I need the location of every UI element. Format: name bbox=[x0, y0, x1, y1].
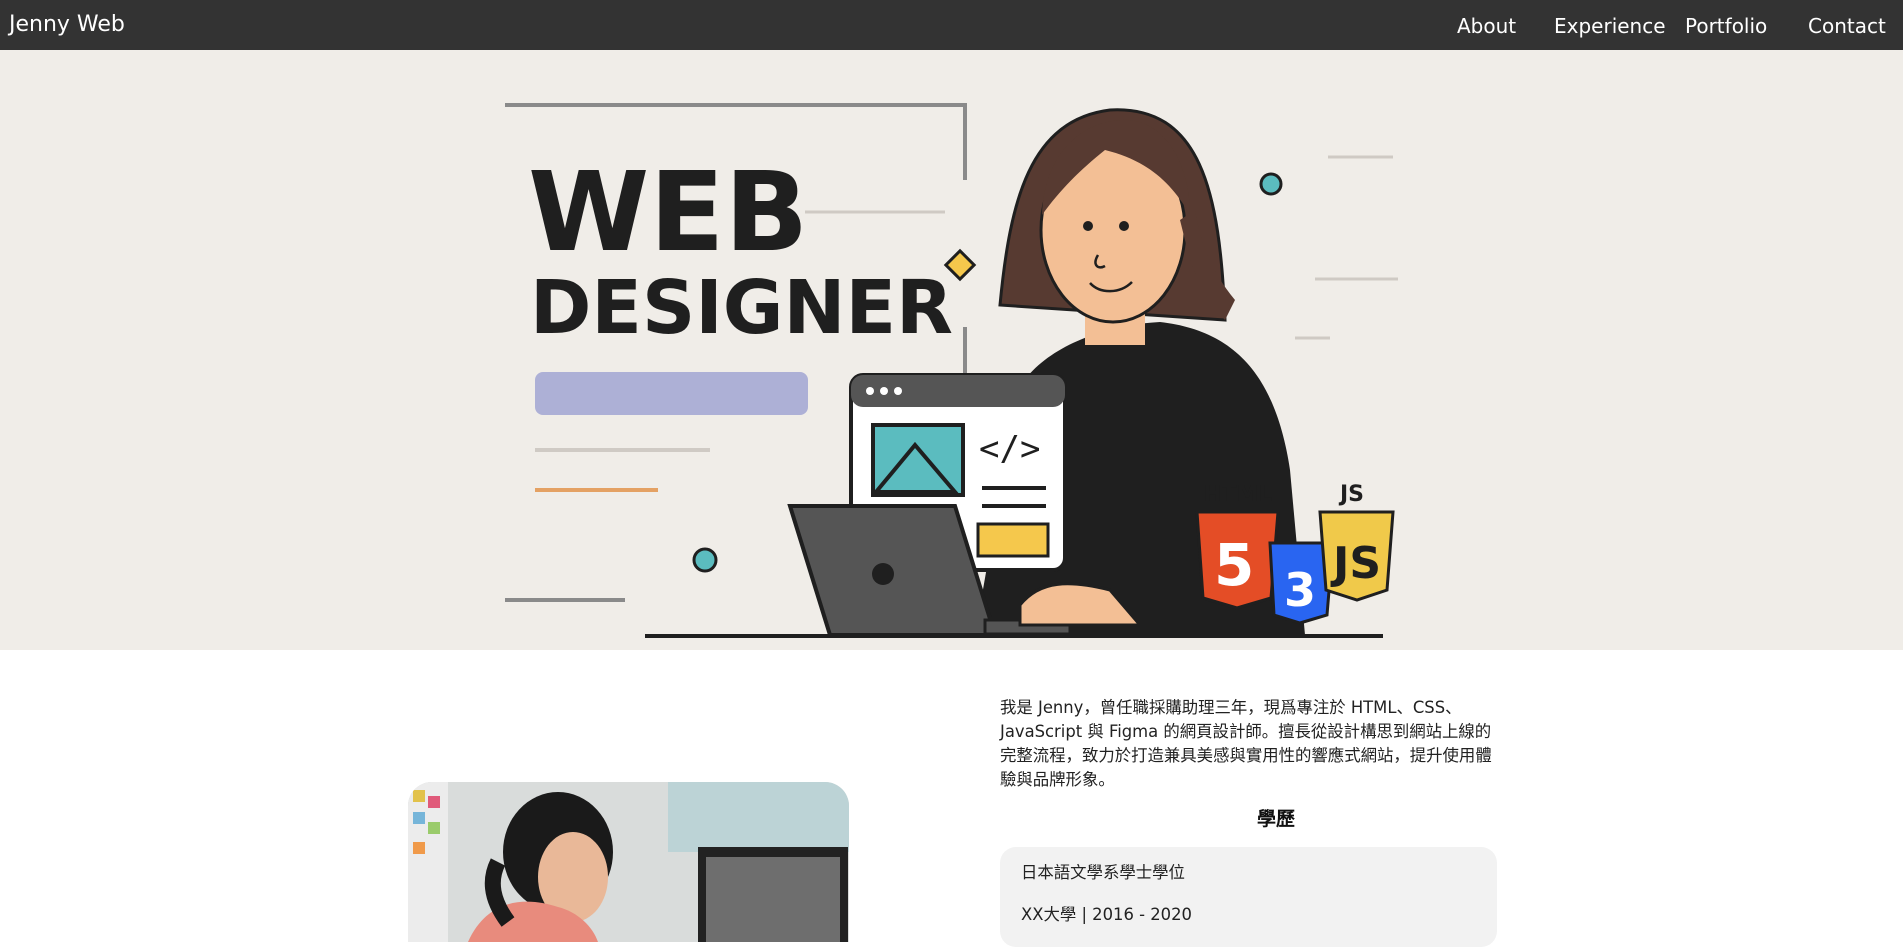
intro-line: 完整流程，致力於打造兼具美感與實用性的響應式網站，提升使用體 bbox=[1000, 746, 1492, 765]
about-section: 我是 Jenny，曾任職採購助理三年，現爲專注於 HTML、CSS、 JavaS… bbox=[0, 650, 1903, 947]
hero-title-web: WEB bbox=[528, 148, 808, 276]
intro-paragraph: 我是 Jenny，曾任職採購助理三年，現爲專注於 HTML、CSS、 JavaS… bbox=[1000, 696, 1560, 792]
education-heading: 學歷 bbox=[1256, 808, 1295, 830]
nav-link-contact[interactable]: Contact bbox=[1808, 0, 1886, 50]
hero-title-designer: DESIGNER bbox=[530, 265, 953, 351]
profile-photo bbox=[408, 782, 849, 942]
purple-bar-shape bbox=[535, 372, 808, 415]
intro-line: 我是 Jenny，曾任職採購助理三年，現爲專注於 HTML、CSS、 bbox=[1000, 698, 1462, 717]
nav-link-about[interactable]: About bbox=[1457, 0, 1516, 50]
svg-text:</>: </> bbox=[979, 429, 1040, 469]
education-degree: 日本語文學系學士學位 bbox=[1021, 863, 1185, 882]
intro-line: JavaScript 與 Figma 的網頁設計師。擅長從設計構思到網站上線的 bbox=[1000, 722, 1492, 741]
hero-illustration: WEB DESIGNER </> HTML 5 3 JS JS bbox=[505, 103, 1398, 638]
education-school: XX大學 | 2016 - 2020 bbox=[1021, 905, 1192, 924]
nav-link-experience[interactable]: Experience bbox=[1554, 0, 1666, 50]
js-badge-label: JS bbox=[1338, 482, 1364, 507]
svg-text:5: 5 bbox=[1214, 531, 1254, 599]
nav-link-portfolio[interactable]: Portfolio bbox=[1685, 0, 1767, 50]
html-badge-label: HTML bbox=[1203, 482, 1272, 507]
hero-banner: WEB DESIGNER </> HTML 5 3 JS JS bbox=[0, 50, 1903, 650]
svg-text:3: 3 bbox=[1284, 563, 1316, 617]
top-navbar: Jenny Web About Experience Portfolio Con… bbox=[0, 0, 1903, 50]
intro-line: 驗與品牌形象。 bbox=[1000, 770, 1115, 789]
office-photo-image bbox=[408, 782, 849, 942]
svg-text:JS: JS bbox=[1330, 538, 1381, 589]
education-card: 日本語文學系學士學位 XX大學 | 2016 - 2020 bbox=[1000, 847, 1497, 947]
brand-logo-link[interactable]: Jenny Web bbox=[9, 0, 125, 50]
